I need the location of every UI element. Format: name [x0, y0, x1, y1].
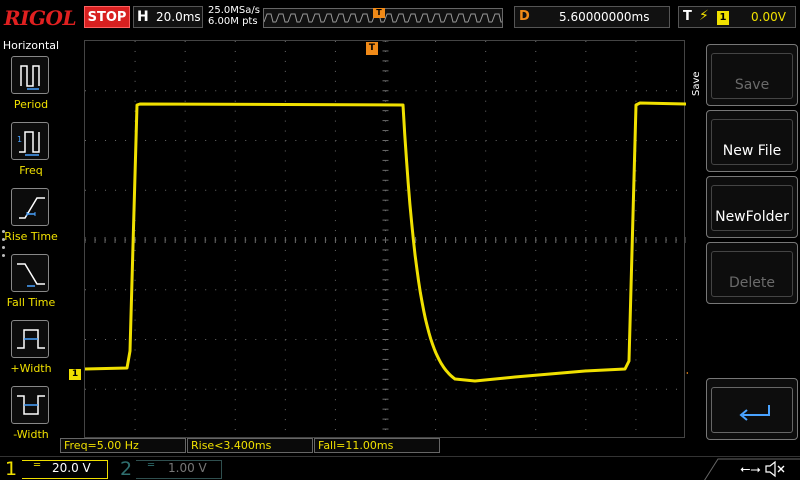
ch1-scale: 20.0 V: [52, 461, 91, 475]
channel-status-bar: 1 ═ 20.0 V 2 ═ 1.00 V ⭠⭢: [0, 456, 800, 480]
new-file-button-label: New File: [722, 143, 782, 159]
measure-period-item[interactable]: Period: [0, 56, 62, 120]
delete-button-label: Delete: [729, 275, 775, 291]
delay-value: 5.60000000ms: [559, 10, 650, 24]
measure-positive-width-item[interactable]: +Width: [0, 320, 62, 384]
trigger-source: 1: [717, 11, 729, 25]
frequency-icon: 1: [11, 122, 49, 160]
measure-rise-time-label: Rise Time: [4, 230, 58, 243]
timebase-label: H: [137, 9, 149, 25]
new-file-button[interactable]: New File: [706, 110, 798, 172]
memory-trigger-marker: T: [373, 8, 385, 18]
measure-freq-label: Freq: [19, 164, 43, 177]
measure-rise-time-item[interactable]: Rise Time: [0, 188, 62, 252]
ch2-scale: 1.00 V: [168, 461, 207, 475]
trigger-position-marker[interactable]: T: [366, 42, 378, 55]
return-arrow-icon: [739, 405, 770, 421]
positive-width-icon: [11, 320, 49, 358]
new-folder-button-label: NewFolder: [715, 209, 789, 225]
save-menu: Save Save New File NewFolder Delete: [688, 36, 800, 456]
measurement-rise: Rise<3.400ms: [187, 438, 313, 453]
return-button[interactable]: [706, 378, 798, 440]
run-stop-status[interactable]: STOP: [84, 6, 130, 28]
mute-icon[interactable]: [764, 460, 786, 478]
measure-positive-width-label: +Width: [10, 362, 52, 375]
measure-freq-item[interactable]: 1 Freq: [0, 122, 62, 186]
measure-fall-time-item[interactable]: Fall Time: [0, 254, 62, 318]
sample-rate: 25.0MSa/s: [208, 5, 260, 16]
ch1-trace: [85, 101, 686, 383]
measurement-fall: Fall=11.00ms: [314, 438, 440, 453]
acquisition-info: 25.0MSa/s 6.00M pts: [208, 5, 260, 27]
save-button[interactable]: Save: [706, 44, 798, 106]
usb-icon: ⭠⭢: [740, 462, 761, 477]
measure-negative-width-item[interactable]: -Width: [0, 386, 62, 450]
svg-text:1: 1: [17, 135, 22, 144]
ch1-ground-marker[interactable]: 1: [69, 369, 81, 380]
memory-depth: 6.00M pts: [208, 16, 258, 27]
measure-menu-title: Horizontal: [2, 39, 60, 52]
measure-negative-width-label: -Width: [13, 428, 49, 441]
rise-time-icon: [11, 188, 49, 226]
delete-button[interactable]: Delete: [706, 242, 798, 304]
measure-fall-time-label: Fall Time: [6, 296, 56, 309]
waveform-display[interactable]: [84, 40, 686, 439]
new-folder-button[interactable]: NewFolder: [706, 176, 798, 238]
horizontal-delay-box[interactable]: D 5.60000000ms: [514, 6, 670, 28]
ch1-coupling-icon: ═: [34, 460, 41, 471]
timebase-box[interactable]: H 20.0ms: [133, 6, 203, 28]
period-icon: [11, 56, 49, 94]
ch2-number[interactable]: 2: [120, 458, 132, 480]
ch2-coupling-icon: ═: [148, 460, 155, 471]
rising-edge-icon: ⚡: [699, 8, 709, 24]
ch1-number[interactable]: 1: [5, 458, 17, 480]
measure-period-label: Period: [13, 98, 49, 111]
save-menu-title: Save: [691, 71, 702, 96]
negative-width-icon: [11, 386, 49, 424]
save-button-label: Save: [734, 77, 770, 93]
fall-time-icon: [11, 254, 49, 292]
timebase-value: 20.0ms: [156, 10, 201, 24]
top-status-bar: RIGOL STOP H 20.0ms 25.0MSa/s 6.00M pts …: [0, 0, 800, 36]
trigger-level: 0.00V: [751, 10, 786, 24]
trigger-label: T: [683, 9, 692, 24]
measure-menu: Horizontal Period 1 Freq Rise Time Fall …: [0, 36, 62, 456]
brand-logo: RIGOL: [4, 6, 77, 30]
trigger-box[interactable]: T ⚡ 1 0.00V: [678, 6, 796, 28]
measurement-freq: Freq=5.00 Hz: [60, 438, 186, 453]
delay-label: D: [519, 9, 530, 24]
